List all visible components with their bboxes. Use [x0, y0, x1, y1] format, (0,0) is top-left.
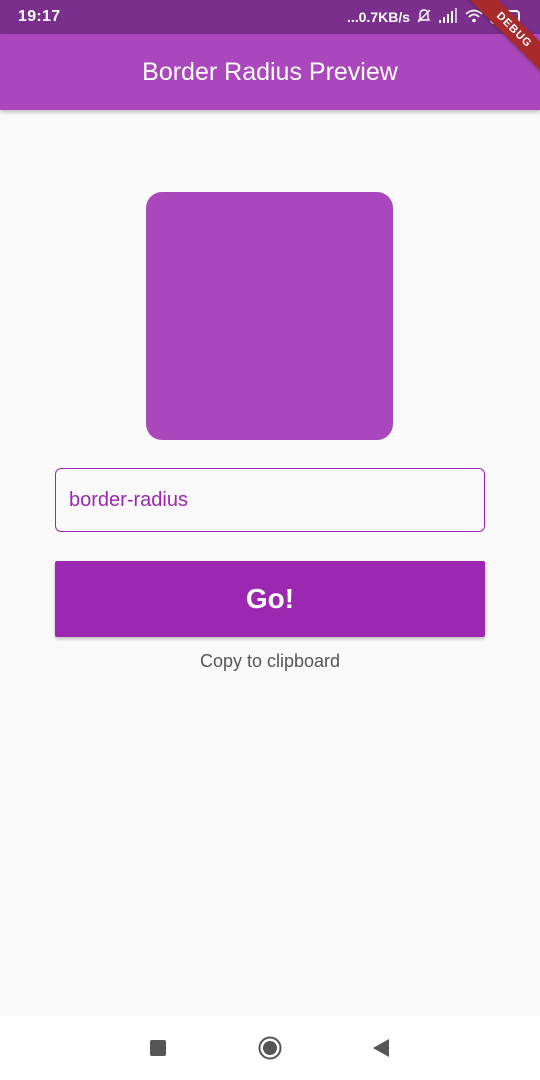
navigation-bar	[0, 1016, 540, 1080]
copy-to-clipboard-link[interactable]: Copy to clipboard	[0, 651, 540, 672]
network-speed: ...0.7KB/s	[346, 9, 410, 25]
app-bar: Border Radius Preview	[0, 34, 540, 110]
signal-icon	[438, 7, 458, 27]
status-bar: 19:17 ...0.7KB/s	[0, 0, 540, 34]
home-icon[interactable]	[258, 1036, 282, 1060]
border-radius-preview-box	[146, 192, 393, 440]
mute-icon	[416, 8, 432, 27]
page-title: Border Radius Preview	[142, 57, 398, 86]
status-time: 19:17	[18, 8, 61, 25]
recents-icon[interactable]	[146, 1036, 170, 1060]
border-radius-input[interactable]	[55, 468, 485, 532]
go-button[interactable]: Go!	[55, 561, 485, 637]
back-icon[interactable]	[369, 1036, 393, 1060]
